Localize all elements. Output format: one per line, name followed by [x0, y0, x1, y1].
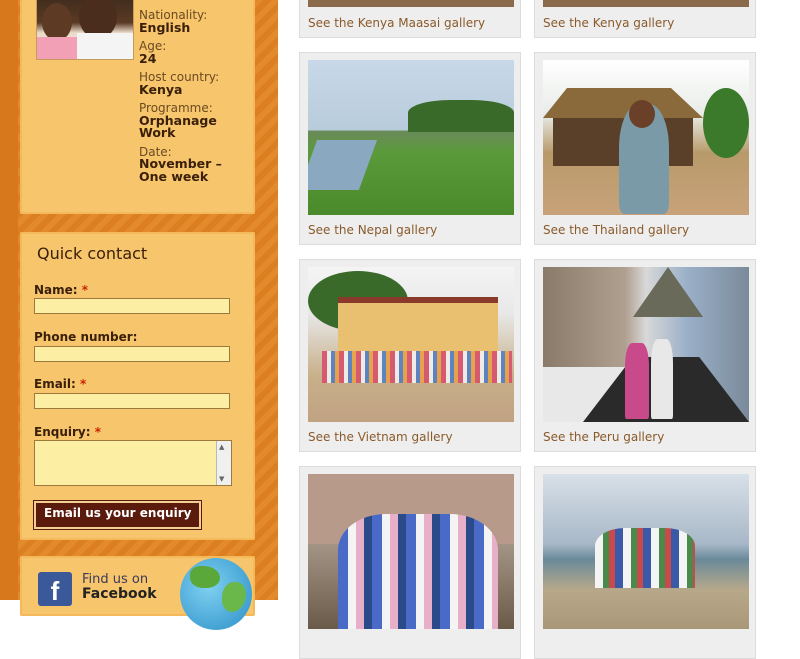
scroll-down-icon[interactable]: ▼	[219, 475, 224, 483]
host-country-value: Kenya	[139, 81, 183, 97]
gallery-link[interactable]: See the Thailand gallery	[543, 223, 689, 237]
phone-label: Phone number:	[34, 330, 138, 344]
gallery-card-thailand[interactable]: See the Thailand gallery	[534, 52, 756, 245]
name-label: Name: *	[34, 283, 89, 297]
group-photo[interactable]	[308, 474, 514, 629]
globe-icon	[180, 558, 252, 630]
required-mark: *	[81, 283, 89, 297]
nationality-value: English	[139, 19, 191, 35]
gallery-link[interactable]: See the Vietnam gallery	[308, 430, 453, 444]
volunteer-profile-panel: Nationality: English Age: 24 Host countr…	[20, 0, 255, 214]
gallery-card-kenya-maasai[interactable]: See the Kenya Maasai gallery	[299, 0, 521, 38]
programme-value: Orphanage Work	[139, 112, 217, 140]
peru-photo[interactable]	[543, 267, 749, 422]
volunteer-details: Nationality: English Age: 24 Host countr…	[139, 9, 249, 189]
gallery-link[interactable]: See the Nepal gallery	[308, 223, 437, 237]
email-enquiry-button[interactable]: Email us your enquiry	[32, 500, 203, 530]
vietnam-photo[interactable]	[308, 267, 514, 422]
facebook-icon[interactable]: f	[38, 572, 72, 606]
required-mark: *	[94, 425, 101, 439]
facebook-line1: Find us on	[82, 572, 149, 587]
volunteer-photo	[36, 0, 134, 60]
gallery-link[interactable]: See the Peru gallery	[543, 430, 664, 444]
quick-contact-panel: Quick contact Name: * Phone number: Emai…	[20, 232, 255, 540]
gallery-card-nepal[interactable]: See the Nepal gallery	[299, 52, 521, 245]
gallery-link[interactable]: See the Kenya gallery	[543, 16, 674, 30]
quick-contact-title: Quick contact	[37, 244, 148, 263]
name-field[interactable]	[34, 298, 230, 314]
phone-field[interactable]	[34, 346, 230, 362]
enquiry-label: Enquiry: *	[34, 425, 101, 439]
thailand-photo[interactable]	[543, 60, 749, 215]
gallery-card-group[interactable]	[299, 466, 521, 659]
gallery-card-vietnam[interactable]: See the Vietnam gallery	[299, 259, 521, 452]
gallery-card-peru[interactable]: See the Peru gallery	[534, 259, 756, 452]
nepal-photo[interactable]	[308, 60, 514, 215]
gallery-photo[interactable]	[308, 0, 514, 7]
email-field[interactable]	[34, 393, 230, 409]
facebook-link[interactable]: Find us on Facebook	[82, 573, 157, 602]
email-label: Email: *	[34, 377, 87, 391]
enquiry-textarea[interactable]: ▲ ▼	[34, 440, 232, 486]
sidebar-edge	[0, 0, 18, 600]
beach-photo[interactable]	[543, 474, 749, 629]
sidebar: Nationality: English Age: 24 Host countr…	[0, 0, 278, 630]
age-value: 24	[139, 50, 157, 66]
date-value: November – One week	[139, 156, 222, 184]
gallery-link[interactable]: See the Kenya Maasai gallery	[308, 16, 485, 30]
gallery-card-beach[interactable]	[534, 466, 756, 659]
required-mark: *	[80, 377, 87, 391]
gallery-card-kenya[interactable]: See the Kenya gallery	[534, 0, 756, 38]
gallery-photo[interactable]	[543, 0, 749, 7]
facebook-panel[interactable]: f Find us on Facebook	[20, 556, 255, 630]
page-edge	[792, 0, 800, 600]
scroll-up-icon[interactable]: ▲	[219, 443, 224, 451]
enquiry-scrollbar[interactable]: ▲ ▼	[216, 441, 231, 485]
